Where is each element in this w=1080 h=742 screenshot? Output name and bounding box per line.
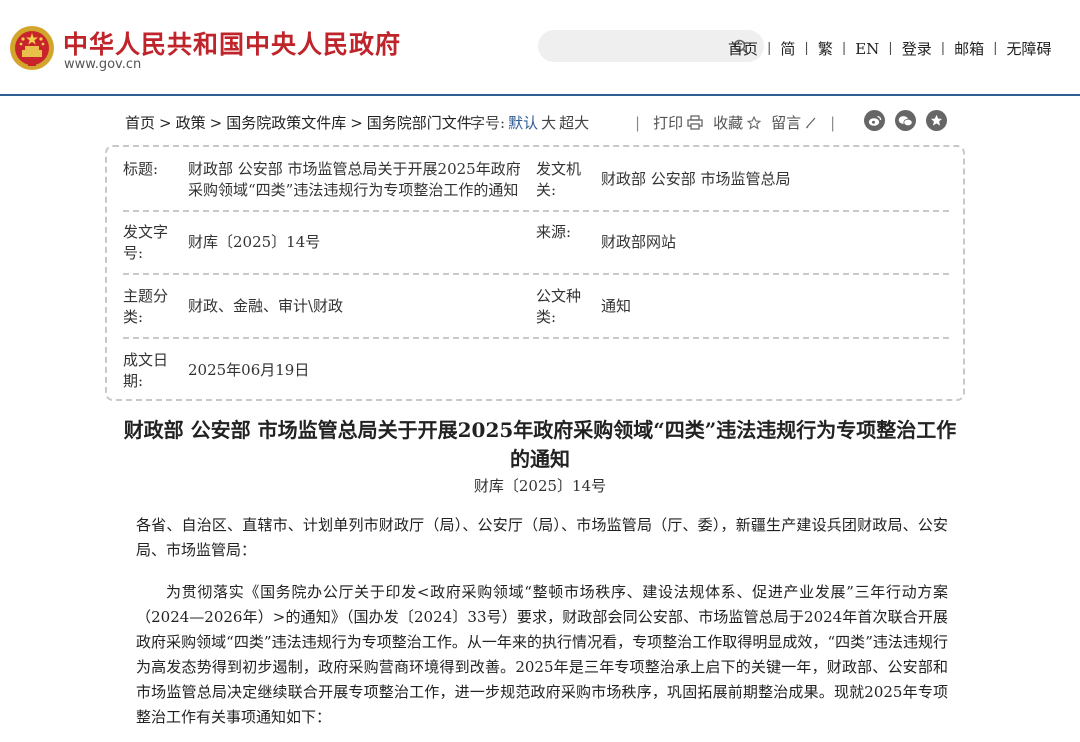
- article-doc-number: 财库〔2025〕14号: [473, 477, 607, 495]
- toolbar: 首页 > 政策 > 国务院政策文件库 > 国务院部门文件 字号: 默认大超大 | 打印 收藏 …: [125, 110, 955, 134]
- nav-separator: |: [993, 41, 998, 56]
- nav-accessibility[interactable]: 无障碍: [1007, 38, 1052, 59]
- site-header: 中华人民共和国中央人民政府 www.gov.cn 首页 | 简 | 繁 | EN…: [0, 0, 1080, 96]
- article-paragraph: 为贯彻落实《国务院办公厅关于印发<政府采购领域“整顿市场秩序、建设法规体系、促进…: [136, 583, 948, 726]
- share-buttons: [864, 110, 957, 131]
- info-topic-value: 财政、金融、审计\财政: [188, 297, 344, 315]
- info-title-value: 财政部 公安部 市场监管总局关于开展2025年政府采购领域“四类”违法违规行为专…: [188, 160, 521, 199]
- nav-separator: |: [940, 41, 946, 56]
- national-emblem-icon[interactable]: [8, 24, 56, 72]
- info-title-label: 标题:: [123, 160, 159, 178]
- info-type-value: 通知: [601, 297, 632, 315]
- info-divider: [123, 210, 949, 212]
- nav-separator: |: [888, 41, 893, 56]
- font-size-xlarge[interactable]: 超大: [559, 114, 589, 132]
- breadcrumb: 首页 > 政策 > 国务院政策文件库 > 国务院部门文件: [125, 112, 472, 133]
- info-docno-value: 财库〔2025〕14号: [188, 233, 321, 251]
- info-docno-label: 发文字号:: [123, 223, 169, 262]
- breadcrumb-separator: >: [350, 114, 363, 132]
- nav-separator: |: [804, 41, 809, 56]
- info-type-label: 公文种类:: [536, 287, 582, 326]
- nav-login[interactable]: 登录: [902, 38, 932, 59]
- article-tools: | 打印 收藏 留言 |: [622, 112, 848, 133]
- info-date-label: 成文日期:: [123, 351, 169, 390]
- article-salutation: 各省、自治区、直辖市、计划单列市财政厅（局）、公安厅（局）、市场监管局（厅、委）…: [136, 516, 948, 559]
- favorite-label: 收藏: [713, 114, 744, 132]
- font-size-default[interactable]: 默认: [508, 114, 538, 132]
- info-divider: [123, 337, 949, 339]
- breadcrumb-policy[interactable]: 政策: [176, 114, 206, 132]
- font-size-selector: 字号: 默认大超大: [470, 112, 589, 133]
- site-url[interactable]: www.gov.cn: [64, 57, 141, 72]
- weibo-icon[interactable]: [864, 110, 885, 131]
- tools-separator: |: [635, 113, 641, 132]
- breadcrumb-home[interactable]: 首页: [125, 114, 155, 132]
- breadcrumb-policy-library[interactable]: 国务院政策文件库: [226, 114, 346, 132]
- document-info-table: 标题: 财政部 公安部 市场监管总局关于开展2025年政府采购领域“四类”违法违…: [105, 145, 965, 401]
- nav-separator: |: [841, 41, 847, 56]
- info-divider: [123, 273, 949, 275]
- print-button[interactable]: 打印: [653, 112, 703, 133]
- header-divider: [0, 94, 1080, 96]
- nav-home[interactable]: 首页: [728, 38, 758, 59]
- star-icon: [747, 115, 762, 130]
- info-date-value: 2025年06月19日: [188, 361, 310, 379]
- info-source-label: 来源:: [536, 223, 572, 241]
- breadcrumb-department-docs[interactable]: 国务院部门文件: [367, 114, 472, 132]
- breadcrumb-separator: >: [209, 114, 223, 132]
- info-source-value: 财政部网站: [601, 233, 677, 251]
- site-title[interactable]: 中华人民共和国中央人民政府: [63, 25, 401, 61]
- comment-button[interactable]: 留言: [771, 112, 817, 133]
- nav-english[interactable]: EN: [855, 40, 879, 58]
- wechat-icon[interactable]: [895, 110, 916, 131]
- article-title: 财政部 公安部 市场监管总局关于开展2025年政府采购领域“四类”违法违规行为专…: [123, 418, 957, 471]
- info-topic-label: 主题分类:: [123, 287, 169, 326]
- nav-mailbox[interactable]: 邮箱: [954, 38, 984, 59]
- print-label: 打印: [653, 114, 684, 132]
- breadcrumb-separator: >: [159, 114, 172, 132]
- comment-label: 留言: [771, 114, 802, 132]
- info-issuer-label: 发文机关:: [536, 160, 582, 199]
- nav-separator: |: [767, 41, 772, 56]
- top-nav: 首页 | 简 | 繁 | EN | 登录 | 邮箱 | 无障碍: [728, 38, 1052, 59]
- tools-separator: |: [830, 113, 836, 132]
- font-size-large[interactable]: 大: [541, 114, 556, 132]
- info-issuer-value: 财政部 公安部 市场监管总局: [601, 170, 791, 188]
- font-size-label: 字号:: [470, 114, 506, 132]
- favorite-share-icon[interactable]: [926, 110, 947, 131]
- nav-traditional[interactable]: 繁: [818, 38, 833, 59]
- nav-simplified[interactable]: 简: [780, 38, 795, 59]
- print-icon: [687, 115, 703, 130]
- pencil-icon: [806, 117, 816, 129]
- favorite-button[interactable]: 收藏: [713, 112, 762, 133]
